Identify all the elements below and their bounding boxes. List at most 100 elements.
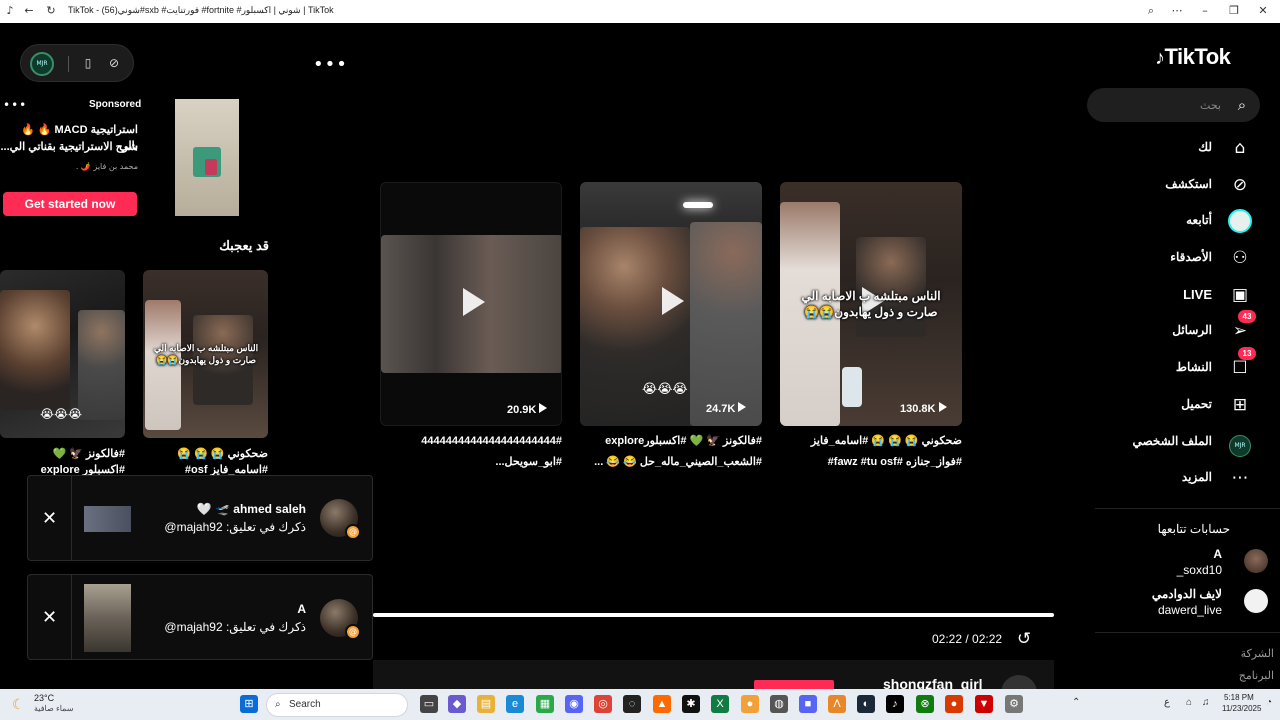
network-icon[interactable]: ⌂ <box>1186 697 1192 708</box>
search-input[interactable] <box>1101 96 1221 114</box>
nav-live[interactable]: LIVE ▣ <box>1086 280 1256 310</box>
mini-avatar[interactable]: MJR <box>30 52 54 76</box>
video-2-caption1[interactable]: #فالكونز 🦅 💚 #اكسبلورexplore <box>580 433 762 450</box>
replay-icon[interactable]: ↺ <box>1017 630 1035 648</box>
view-count: 20.9K <box>507 403 548 416</box>
nav-more[interactable]: المزيد ⋯ <box>1086 463 1256 493</box>
edge-icon[interactable]: e <box>506 695 524 713</box>
view-count-value: 24.7K <box>706 403 736 415</box>
footer-link-program[interactable]: البرنامج <box>1180 665 1274 687</box>
store-icon[interactable]: ▦ <box>536 695 554 713</box>
notification-card[interactable]: ✕ ahmed saleh 🛫 🤍 ذكرك في تعليق: majah92… <box>27 475 373 561</box>
app-icon[interactable]: ■ <box>799 695 817 713</box>
footer-link-company[interactable]: الشركة <box>1180 643 1274 665</box>
nav-label: استكشف <box>1165 177 1212 191</box>
notification-bell-icon[interactable]: ◔ <box>1266 697 1272 708</box>
followed-account[interactable]: لايف الدوادمي dawerd_live <box>1095 585 1280 619</box>
close-window-icon[interactable]: ✕ <box>1256 4 1270 18</box>
nav-upload[interactable]: تحميل ⊞ <box>1086 390 1256 420</box>
activity-badge: 13 <box>1238 347 1256 360</box>
video-progress-bar[interactable] <box>373 613 1054 617</box>
view-count: 130.8K <box>900 402 947 415</box>
following-accounts-heading: حسابات تتابعها <box>1157 522 1230 536</box>
search-icon[interactable]: ⌕ <box>1233 96 1251 114</box>
brave-icon[interactable]: ▲ <box>653 695 671 713</box>
excel-icon[interactable]: X <box>711 695 729 713</box>
app-icon[interactable]: ◌ <box>623 695 641 713</box>
suggested-video-1[interactable]: 😭😭😭 <box>0 270 125 438</box>
peek-username[interactable]: shongzfan_girl <box>883 676 983 690</box>
restore-icon[interactable]: ❐ <box>1227 4 1241 18</box>
app-icon[interactable]: Λ <box>828 695 846 713</box>
clock-date[interactable]: 11/23/2025 <box>1222 704 1261 713</box>
browser-menu-icon[interactable]: ⋯ <box>1170 4 1184 18</box>
notification-name: A <box>297 602 306 616</box>
taskbar-search-icon: ⌕ <box>275 699 281 710</box>
app-icon[interactable]: ◍ <box>770 695 788 713</box>
compass-mini-icon[interactable]: ⊘ <box>106 55 122 71</box>
minimize-icon[interactable]: – <box>1198 4 1212 18</box>
suggested-2-caption1[interactable]: ضحكوني 😭 😭 😭 <box>143 446 268 463</box>
taskbar-search[interactable]: ⌕ Search <box>266 693 408 717</box>
suggested-1-caption1[interactable]: #فالكونز 🦅 💚 <box>0 446 125 463</box>
sponsored-title-line2[interactable]: شرح الاستراتيجية بقناتي الي... <box>0 139 138 155</box>
video-card-2[interactable]: 😭😭😭 24.7K <box>580 182 762 426</box>
back-icon[interactable]: ← <box>22 4 36 18</box>
toolbar-separator <box>68 56 69 72</box>
file-explorer-icon[interactable]: ▤ <box>477 695 495 713</box>
video-2-caption2[interactable]: #الشعب_الصيني_ماله_حل 😂 😂 ... <box>580 454 762 471</box>
windows-start-icon[interactable]: ⊞ <box>240 695 258 713</box>
input-language[interactable]: ع <box>1164 697 1170 708</box>
tiktok-logo[interactable]: ♪TikTok <box>1155 44 1231 70</box>
app-icon[interactable]: ● <box>945 695 963 713</box>
video-card-1[interactable]: 20.9K <box>380 182 562 426</box>
video-3-caption1[interactable]: ضحكوني 😭 😭 😭 #اسامه_فايز <box>780 433 962 450</box>
weather-desc[interactable]: سماء صافية <box>34 704 74 713</box>
close-notification-icon[interactable]: ✕ <box>28 476 72 560</box>
footer-links: الشركة البرنامج <box>1180 643 1274 687</box>
nav-for-you[interactable]: لك ⌂ <box>1086 133 1256 163</box>
nav-following[interactable]: أتابعه <box>1086 206 1256 236</box>
tray-chevron-icon[interactable]: ⌃ <box>1072 697 1080 708</box>
device-icon[interactable]: ▯ <box>80 55 96 71</box>
nav-friends[interactable]: الأصدقاء ⚇ <box>1086 243 1256 273</box>
next-video-peek[interactable]: shongzfan_girl <box>373 660 1054 711</box>
chrome-icon[interactable]: ◎ <box>594 695 612 713</box>
video-1-caption2[interactable]: #ابو_سويحل... <box>380 454 562 471</box>
notification-card[interactable]: ✕ A ذكرك في تعليق: majah92@ @ <box>27 574 373 660</box>
settings-icon[interactable]: ⚙ <box>1005 695 1023 713</box>
discord-icon[interactable]: ◉ <box>565 695 583 713</box>
search-box[interactable]: ⌕ <box>1087 88 1260 122</box>
followed-account[interactable]: A _soxd10 <box>1095 545 1280 579</box>
video-3-caption2[interactable]: #فواز_جنازه #fawz #tu osf# <box>780 454 962 471</box>
more-options-icon[interactable]: ••• <box>313 56 348 74</box>
tiktok-taskbar-icon[interactable]: ♪ <box>886 695 904 713</box>
zoom-icon[interactable]: ⌕ <box>1144 4 1158 18</box>
steam-icon[interactable]: ◐ <box>857 695 875 713</box>
nav-explore[interactable]: استكشف ⊘ <box>1086 170 1256 200</box>
nav-profile[interactable]: الملف الشخصي MJR <box>1086 427 1256 457</box>
nav-messages[interactable]: الرسائل ➢ 43 <box>1086 310 1256 346</box>
video-card-3[interactable]: الناس مبتلشه ب الاصابه الي صارت و ذول يه… <box>780 182 962 426</box>
task-view-icon[interactable]: ▭ <box>420 695 438 713</box>
nav-activity[interactable]: النشاط ☐ 13 <box>1086 347 1256 383</box>
suggested-video-2[interactable]: الناس مبتلشه ب الاصابه الي صارت و ذول يه… <box>143 270 268 438</box>
volume-icon[interactable]: ♫ <box>1202 697 1210 708</box>
app-icon[interactable]: ✱ <box>682 695 700 713</box>
sponsored-thumbnail[interactable] <box>175 99 239 216</box>
xbox-icon[interactable]: ⊗ <box>916 695 934 713</box>
app-icon[interactable]: ▼ <box>975 695 993 713</box>
sponsored-more-icon[interactable]: ••• <box>3 99 27 111</box>
video-1-caption1[interactable]: 4444444444444444444444# <box>380 433 562 450</box>
following-avatar-icon <box>1228 209 1252 233</box>
nav-label: أتابعه <box>1186 213 1212 227</box>
reload-icon[interactable]: ↻ <box>44 4 58 18</box>
clock-time[interactable]: 5:18 PM <box>1224 693 1254 702</box>
browser-titlebar: ♪ ← ↻ TikTok - شوني(56)#sxb #فورتنايت #f… <box>0 0 1280 23</box>
app-icon[interactable]: ● <box>741 695 759 713</box>
nav-label: المزيد <box>1181 470 1212 484</box>
weather-temp[interactable]: 23°C <box>34 693 54 703</box>
close-notification-icon[interactable]: ✕ <box>28 575 72 659</box>
copilot-icon[interactable]: ◆ <box>448 695 466 713</box>
get-started-button[interactable]: Get started now <box>3 192 137 216</box>
